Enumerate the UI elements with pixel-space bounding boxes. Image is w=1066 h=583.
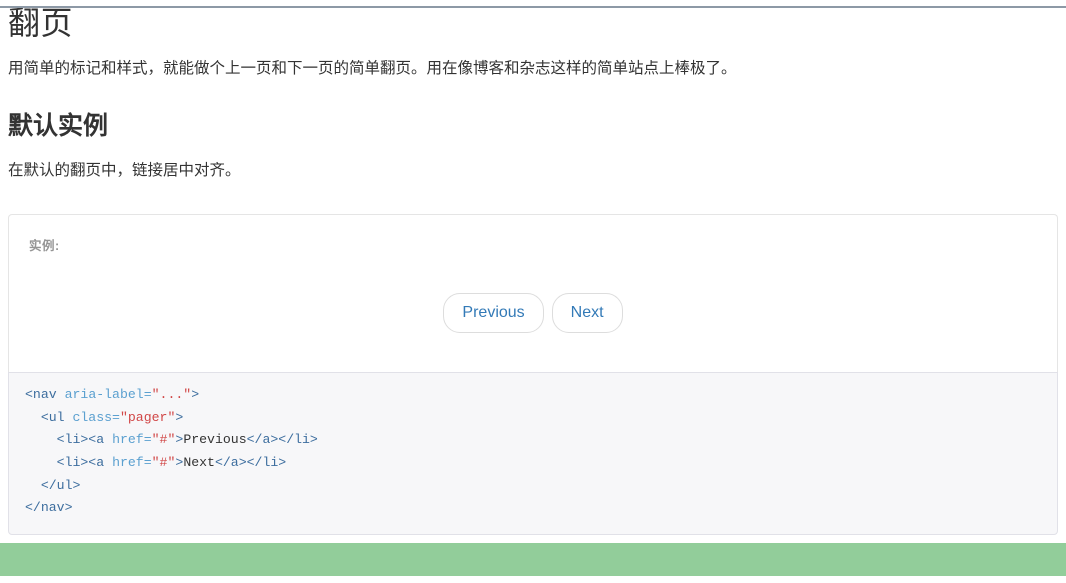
code-token-attr: aria-label= [64, 387, 152, 403]
code-token-tag: <li><a [56, 454, 113, 470]
top-border-rule [0, 6, 1066, 8]
pager-item-previous[interactable]: Previous [443, 293, 544, 334]
pager-link-next[interactable]: Next [551, 293, 623, 334]
example-label: 实例: [29, 239, 60, 254]
code-token-attr: class= [72, 409, 120, 425]
code-token-text: Next [183, 454, 215, 470]
page-container: 翻页 用简单的标记和样式，就能做个上一页和下一页的简单翻页。用在像博客和杂志这样… [0, 5, 1066, 535]
pager-link-previous[interactable]: Previous [443, 293, 544, 334]
code-token-tag: </ul> [40, 477, 81, 493]
code-token-tag: </a></li> [246, 432, 318, 448]
code-token-str: "pager" [119, 409, 176, 425]
code-token-text: Previous [183, 432, 247, 448]
code-token-tag: <ul [40, 409, 73, 425]
code-snippet: <nav aria-label="..."> <ul class="pager"… [25, 384, 1041, 520]
code-token-attr: href= [112, 454, 152, 470]
section-description: 在默认的翻页中，链接居中对齐。 [8, 161, 241, 179]
code-token-str: "#" [151, 454, 176, 470]
code-token-tag: </nav> [25, 500, 73, 516]
code-example-block: <nav aria-label="..."> <ul class="pager"… [8, 372, 1058, 535]
page-lead-paragraph: 用简单的标记和样式，就能做个上一页和下一页的简单翻页。用在像博客和杂志这样的简单… [8, 60, 737, 78]
example-preview-panel: 实例: Previous Next [8, 214, 1058, 373]
pager-nav: Previous Next [29, 293, 1037, 334]
code-token-tag: > [191, 387, 200, 403]
page-title: 翻页 [8, 5, 74, 41]
code-token-tag: <li><a [56, 432, 113, 448]
code-token-tag: </a></li> [214, 454, 287, 470]
code-token-str: "..." [151, 387, 192, 403]
code-token-attr: href= [112, 432, 152, 448]
code-token-tag: <nav [25, 387, 65, 403]
pager-list: Previous Next [439, 293, 626, 334]
code-token-tag: > [175, 409, 184, 425]
code-token-str: "#" [151, 432, 176, 448]
pager-item-next[interactable]: Next [551, 293, 623, 334]
section-heading-default-example: 默认实例 [8, 112, 109, 141]
green-highlight-bar [0, 543, 1066, 576]
